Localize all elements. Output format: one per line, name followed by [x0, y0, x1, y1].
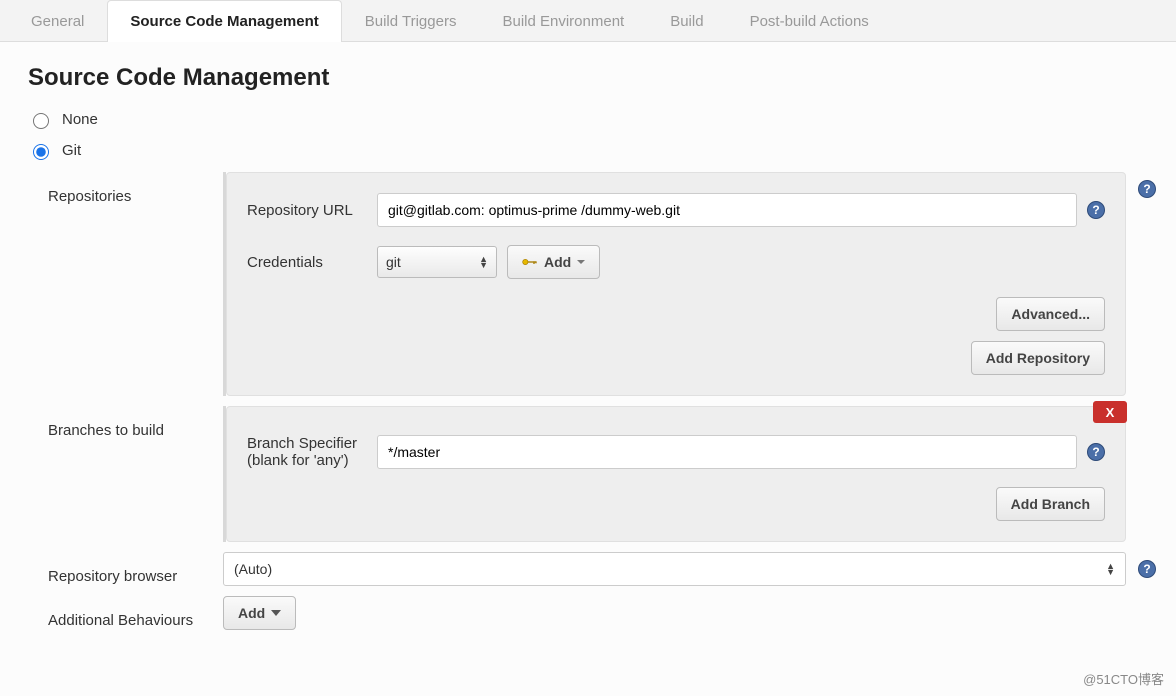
- add-behaviour-button[interactable]: Add: [223, 596, 296, 630]
- repo-browser-value: (Auto): [234, 561, 272, 577]
- repo-browser-label: Repository browser: [48, 552, 223, 586]
- branches-section-label: Branches to build: [48, 406, 223, 542]
- tab-general[interactable]: General: [8, 0, 107, 42]
- credentials-select[interactable]: git ▲▼: [377, 246, 497, 278]
- chevron-down-icon: [577, 260, 585, 264]
- advanced-button[interactable]: Advanced...: [996, 297, 1105, 331]
- tab-build-environment[interactable]: Build Environment: [479, 0, 647, 42]
- scm-none-option[interactable]: None: [28, 110, 1156, 129]
- tab-build-triggers[interactable]: Build Triggers: [342, 0, 480, 42]
- scm-git-option[interactable]: Git: [28, 141, 1156, 160]
- credentials-label: Credentials: [247, 254, 367, 271]
- help-icon[interactable]: ?: [1138, 180, 1156, 198]
- repositories-section-label: Repositories: [48, 172, 223, 396]
- credentials-add-label: Add: [544, 254, 571, 270]
- credentials-add-button[interactable]: Add: [507, 245, 600, 279]
- section-heading-scm: Source Code Management: [28, 64, 1156, 92]
- key-icon: [522, 257, 538, 267]
- credentials-value: git: [386, 254, 401, 270]
- scm-none-radio[interactable]: [33, 113, 49, 129]
- scm-git-label: Git: [62, 142, 81, 159]
- behaviours-label: Additional Behaviours: [48, 596, 223, 630]
- tab-scm[interactable]: Source Code Management: [107, 0, 341, 42]
- repo-url-input[interactable]: [377, 193, 1077, 227]
- branch-specifier-input[interactable]: [377, 435, 1077, 469]
- repository-panel: Repository URL ? Credentials git ▲▼: [226, 172, 1126, 396]
- config-tabs: General Source Code Management Build Tri…: [0, 0, 1176, 42]
- help-icon[interactable]: ?: [1138, 560, 1156, 578]
- help-icon[interactable]: ?: [1087, 443, 1105, 461]
- repo-url-label: Repository URL: [247, 202, 367, 219]
- add-branch-button[interactable]: Add Branch: [996, 487, 1105, 521]
- scm-none-label: None: [62, 111, 98, 128]
- watermark: @51CTO博客: [1083, 669, 1164, 688]
- add-behaviour-label: Add: [238, 605, 265, 621]
- branches-panel: X Branch Specifier (blank for 'any') ? A…: [226, 406, 1126, 542]
- branch-specifier-label: Branch Specifier (blank for 'any'): [247, 435, 367, 469]
- scm-git-radio[interactable]: [33, 144, 49, 160]
- add-repository-button[interactable]: Add Repository: [971, 341, 1105, 375]
- delete-branch-button[interactable]: X: [1093, 401, 1127, 423]
- tab-build[interactable]: Build: [647, 0, 726, 42]
- tab-post-build[interactable]: Post-build Actions: [727, 0, 892, 42]
- updown-icon: ▲▼: [479, 256, 488, 268]
- help-icon[interactable]: ?: [1087, 201, 1105, 219]
- chevron-down-icon: [271, 610, 281, 616]
- repo-browser-select[interactable]: (Auto) ▲▼: [223, 552, 1126, 586]
- updown-icon: ▲▼: [1106, 563, 1115, 575]
